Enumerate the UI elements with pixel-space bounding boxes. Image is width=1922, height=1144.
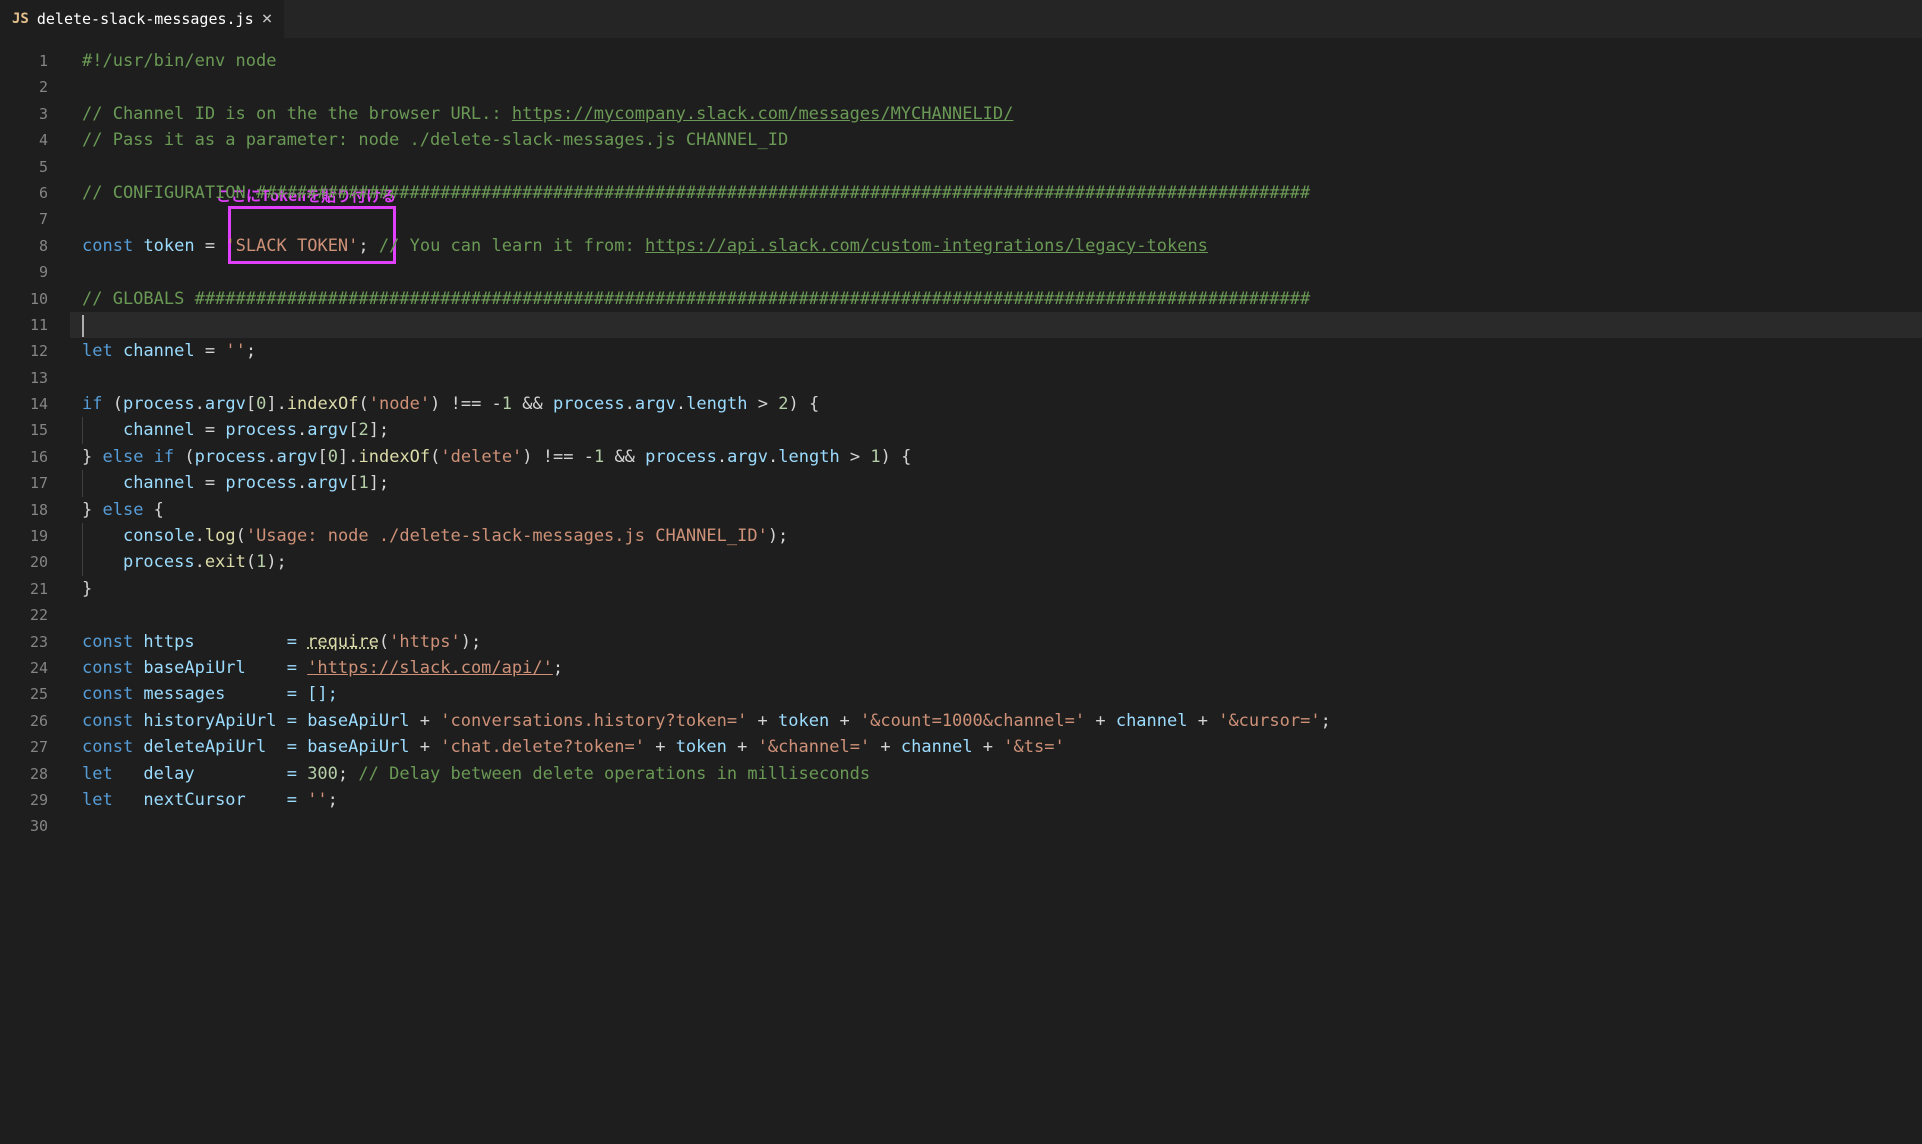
line-number: 24: [0, 655, 70, 681]
line-number: 17: [0, 470, 70, 496]
code-line: [70, 206, 1922, 232]
line-number: 5: [0, 154, 70, 180]
line-number: 19: [0, 523, 70, 549]
line-number: 18: [0, 497, 70, 523]
code-line: [70, 602, 1922, 628]
code-line: [70, 154, 1922, 180]
editor-area[interactable]: 1 2 3 4 5 6 7 8 9 10 11 12 13 14 15 16 1…: [0, 38, 1922, 1144]
code-line: // Pass it as a parameter: node ./delete…: [70, 127, 1922, 153]
line-number: 6: [0, 180, 70, 206]
code-line: } else if (process.argv[0].indexOf('dele…: [70, 444, 1922, 470]
code-line: [70, 259, 1922, 285]
line-number: 23: [0, 629, 70, 655]
line-number: 2: [0, 74, 70, 100]
line-number: 10: [0, 286, 70, 312]
line-number: 22: [0, 602, 70, 628]
code-line: let delay = 300; // Delay between delete…: [70, 761, 1922, 787]
line-number: 4: [0, 127, 70, 153]
line-number: 30: [0, 813, 70, 839]
line-number: 3: [0, 101, 70, 127]
line-number: 14: [0, 391, 70, 417]
line-number: 15: [0, 417, 70, 443]
line-number: 8: [0, 233, 70, 259]
line-number: 25: [0, 681, 70, 707]
code-line: // Channel ID is on the the browser URL.…: [70, 101, 1922, 127]
code-line: } else {: [70, 497, 1922, 523]
text-cursor: [82, 315, 84, 337]
code-line: [70, 813, 1922, 839]
line-number: 28: [0, 761, 70, 787]
code-line: channel = process.argv[1];: [70, 470, 1922, 496]
line-number: 12: [0, 338, 70, 364]
code-line: const deleteApiUrl = baseApiUrl + 'chat.…: [70, 734, 1922, 760]
line-number: 11: [0, 312, 70, 338]
code-line: // CONFIGURATION #######################…: [70, 180, 1922, 206]
code-line-current: [70, 312, 1922, 338]
line-number: 13: [0, 365, 70, 391]
line-number: 21: [0, 576, 70, 602]
line-number: 9: [0, 259, 70, 285]
js-file-icon: JS: [12, 11, 29, 27]
line-number: 7: [0, 206, 70, 232]
code-line: const baseApiUrl = 'https://slack.com/ap…: [70, 655, 1922, 681]
file-tab[interactable]: JS delete-slack-messages.js ×: [0, 0, 285, 38]
code-line: const messages = [];: [70, 681, 1922, 707]
close-icon[interactable]: ×: [262, 10, 273, 28]
code-line: }: [70, 576, 1922, 602]
line-number-gutter: 1 2 3 4 5 6 7 8 9 10 11 12 13 14 15 16 1…: [0, 38, 70, 1144]
line-number: 16: [0, 444, 70, 470]
tab-bar: JS delete-slack-messages.js ×: [0, 0, 1922, 38]
code-line: #!/usr/bin/env node: [70, 48, 1922, 74]
code-line: [70, 365, 1922, 391]
code-line: const token = 'SLACK TOKEN'; // You can …: [70, 233, 1922, 259]
code-line: console.log('Usage: node ./delete-slack-…: [70, 523, 1922, 549]
code-line: if (process.argv[0].indexOf('node') !== …: [70, 391, 1922, 417]
line-number: 26: [0, 708, 70, 734]
code-line: let channel = '';: [70, 338, 1922, 364]
code-line: // GLOBALS #############################…: [70, 286, 1922, 312]
line-number: 1: [0, 48, 70, 74]
tab-title: delete-slack-messages.js: [37, 10, 254, 28]
line-number: 29: [0, 787, 70, 813]
code-line: const https = require('https');: [70, 629, 1922, 655]
code-line: const historyApiUrl = baseApiUrl + 'conv…: [70, 708, 1922, 734]
code-line: channel = process.argv[2];: [70, 417, 1922, 443]
code-content[interactable]: ここにTokenを貼り付ける #!/usr/bin/env node // Ch…: [70, 38, 1922, 1144]
line-number: 20: [0, 549, 70, 575]
line-number: 27: [0, 734, 70, 760]
code-line: process.exit(1);: [70, 549, 1922, 575]
code-line: [70, 74, 1922, 100]
code-line: let nextCursor = '';: [70, 787, 1922, 813]
